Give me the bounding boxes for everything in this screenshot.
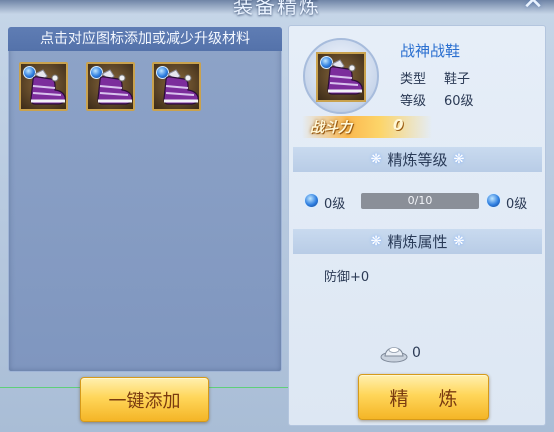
- item-icon[interactable]: [316, 52, 366, 102]
- silver-ingot-icon: [380, 347, 408, 363]
- material-slot[interactable]: [86, 62, 135, 111]
- material-slot[interactable]: [19, 62, 68, 111]
- refine-progress-text: 0/10: [407, 194, 433, 207]
- boot-icon: [163, 69, 199, 105]
- next-level-gem-icon: [486, 193, 501, 208]
- item-type-value: 鞋子: [444, 72, 471, 87]
- item-level-label: 等级: [400, 94, 427, 109]
- close-icon[interactable]: ✕: [512, 0, 554, 16]
- refine-button[interactable]: 精 炼: [358, 374, 489, 420]
- power-value: 0: [393, 116, 404, 134]
- wing-right-icon: ❋: [453, 152, 465, 167]
- item-level-value: 60级: [444, 94, 474, 109]
- item-type-label: 类型: [400, 72, 427, 87]
- wing-left-icon: ❋: [370, 152, 382, 167]
- material-slot[interactable]: [152, 62, 201, 111]
- refine-attr-header: ❋ 精炼属性 ❋: [293, 229, 542, 254]
- boot-icon: [327, 59, 363, 95]
- refine-level-title: 精炼等级: [387, 151, 448, 169]
- refine-level-header: ❋ 精炼等级 ❋: [293, 147, 542, 172]
- next-refine-level: 0级: [506, 197, 528, 212]
- wing-left-icon: ❋: [370, 234, 382, 249]
- silver-cost: 0: [412, 345, 421, 361]
- current-level-gem-icon: [304, 193, 319, 208]
- wing-right-icon: ❋: [453, 234, 465, 249]
- add-all-button-label: 一键添加: [108, 390, 181, 412]
- boot-icon: [97, 69, 133, 105]
- current-refine-level: 0级: [324, 197, 346, 212]
- refine-button-label: 精 炼: [389, 387, 470, 410]
- refine-progress-bar: 0/10: [361, 193, 479, 209]
- item-name: 战神战鞋: [400, 42, 461, 60]
- add-all-button[interactable]: 一键添加: [80, 377, 209, 422]
- refine-attr-title: 精炼属性: [387, 233, 448, 251]
- window-title: 装备精炼: [233, 0, 321, 18]
- refine-attr-value: 防御+0: [324, 270, 370, 285]
- materials-instruction: 点击对应图标添加或减少升级材料: [8, 27, 282, 51]
- boot-icon: [30, 69, 66, 105]
- power-label: 战斗力: [310, 120, 352, 136]
